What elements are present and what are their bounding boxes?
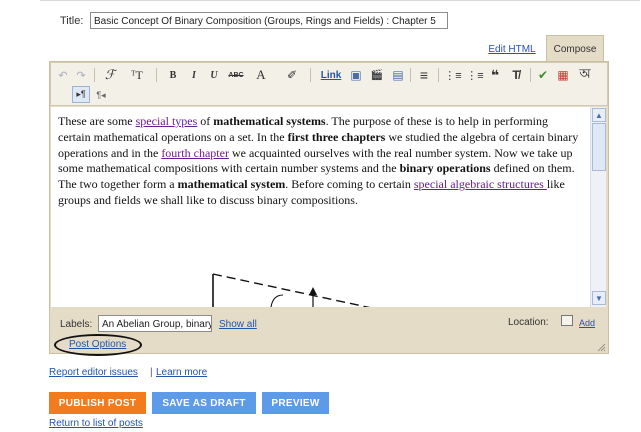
location-icon[interactable]: [561, 315, 573, 326]
toolbar-separator: [438, 68, 439, 82]
learn-more-link[interactable]: Learn more: [156, 367, 207, 378]
numbered-list-icon[interactable]: ⋮≡: [444, 67, 462, 83]
editor-body[interactable]: These are some special types of mathemat…: [51, 107, 590, 307]
rtl-icon[interactable]: ¶◂: [94, 87, 108, 103]
underline-icon[interactable]: U: [207, 67, 221, 83]
highlight-oval: [54, 334, 142, 356]
font-icon[interactable]: ℱ: [102, 67, 118, 83]
remove-format-icon[interactable]: T̸: [508, 67, 524, 83]
bold-text: binary operations: [399, 161, 491, 176]
font-size-icon[interactable]: ᵀT: [128, 67, 146, 83]
scroll-down-icon[interactable]: ▼: [592, 291, 606, 305]
scroll-thumb[interactable]: [592, 123, 606, 171]
save-draft-button[interactable]: SAVE AS DRAFT: [152, 392, 256, 414]
pdf-icon[interactable]: ▦: [556, 67, 570, 83]
location-add-link[interactable]: Add: [579, 318, 595, 328]
title-input[interactable]: Basic Concept Of Binary Composition (Gro…: [90, 12, 448, 29]
align-icon[interactable]: ≡: [416, 67, 432, 83]
inline-link[interactable]: special algebraic structures: [414, 177, 547, 191]
text-color-icon[interactable]: A: [254, 67, 268, 83]
strikethrough-icon[interactable]: ABC: [226, 67, 246, 83]
toolbar-separator: [310, 68, 311, 82]
video-icon[interactable]: 🎬: [369, 67, 385, 83]
diagram-image[interactable]: [201, 262, 391, 307]
editor-scrollbar[interactable]: ▲ ▼: [590, 107, 606, 307]
preview-button[interactable]: PREVIEW: [262, 392, 329, 414]
tab-edit-html[interactable]: Edit HTML: [482, 38, 542, 60]
transliterate-icon[interactable]: অ: [578, 66, 592, 83]
undo-icon[interactable]: ↶: [56, 67, 70, 83]
tab-compose[interactable]: Compose: [546, 35, 604, 62]
bold-text: first three chapters: [287, 129, 386, 144]
quote-icon[interactable]: ❝: [488, 67, 502, 83]
bullet-list-icon[interactable]: ⋮≡: [466, 67, 484, 83]
resize-handle-icon[interactable]: [596, 342, 606, 352]
inline-link[interactable]: fourth chapter: [161, 146, 229, 160]
post-body-text[interactable]: These are some special types of mathemat…: [51, 107, 590, 209]
redo-icon[interactable]: ↷: [74, 67, 88, 83]
toolbar-separator: [530, 68, 531, 82]
return-to-posts-link[interactable]: Return to list of posts: [49, 418, 143, 429]
location-label: Location:: [508, 317, 549, 328]
labels-input[interactable]: An Abelian Group, binary: [98, 315, 212, 332]
spellcheck-icon[interactable]: ✔: [536, 67, 550, 83]
toolbar-separator: [94, 68, 95, 82]
bold-icon[interactable]: B: [166, 67, 180, 83]
image-icon[interactable]: ▣: [348, 67, 364, 83]
footer-separator: |: [150, 367, 153, 378]
body-text: These are some: [58, 114, 136, 128]
link-button[interactable]: Link: [318, 67, 344, 83]
show-all-link[interactable]: Show all: [219, 319, 257, 330]
toolbar-separator: [156, 68, 157, 82]
publish-post-button[interactable]: PUBLISH POST: [49, 392, 146, 414]
body-text: of: [197, 114, 214, 128]
jump-break-icon[interactable]: ▤: [390, 67, 406, 83]
labels-label: Labels:: [60, 319, 93, 330]
inline-link[interactable]: special types: [136, 114, 198, 128]
italic-icon[interactable]: I: [187, 67, 201, 83]
ltr-icon[interactable]: ▸¶: [72, 86, 90, 103]
title-label: Title:: [60, 15, 84, 27]
body-text: . Before coming to certain: [285, 177, 414, 192]
bold-text: mathematical systems: [213, 114, 326, 128]
bold-text: mathematical system: [177, 177, 286, 192]
scroll-up-icon[interactable]: ▲: [592, 108, 606, 122]
report-issues-link[interactable]: Report editor issues: [49, 367, 138, 378]
top-divider: [40, 0, 640, 1]
highlight-icon[interactable]: ✐: [284, 67, 300, 83]
toolbar-separator: [410, 68, 411, 82]
